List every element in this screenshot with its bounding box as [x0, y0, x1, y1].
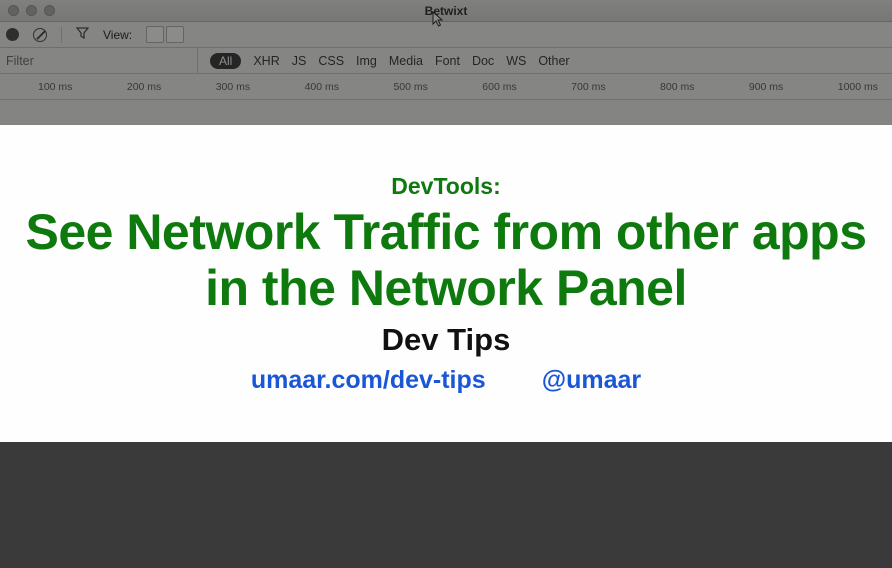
title-kicker: DevTools: [391, 173, 500, 200]
window-title: Betwixt [0, 4, 892, 18]
filter-type-js[interactable]: JS [292, 54, 307, 68]
time-mark: 200 ms [127, 81, 216, 93]
filter-type-css[interactable]: CSS [318, 54, 344, 68]
title-card: DevTools: See Network Traffic from other… [0, 125, 892, 442]
filter-toggle-icon[interactable] [76, 27, 89, 42]
title-links: umaar.com/dev-tips @umaar [251, 366, 641, 395]
traffic-lights [8, 5, 55, 16]
filter-type-other[interactable]: Other [538, 54, 569, 68]
view-mode-group [146, 26, 184, 43]
time-mark: 800 ms [660, 81, 749, 93]
close-window-button[interactable] [8, 5, 19, 16]
clear-icon[interactable] [33, 28, 47, 42]
link-site[interactable]: umaar.com/dev-tips [251, 366, 486, 395]
time-mark: 100 ms [38, 81, 127, 93]
time-mark: 300 ms [216, 81, 305, 93]
record-button[interactable] [6, 28, 19, 41]
time-mark: 500 ms [393, 81, 482, 93]
time-mark: 600 ms [482, 81, 571, 93]
view-large-button[interactable] [146, 26, 164, 43]
filter-input[interactable] [0, 48, 198, 73]
title-subtitle: Dev Tips [382, 322, 511, 358]
filter-type-doc[interactable]: Doc [472, 54, 494, 68]
filter-type-xhr[interactable]: XHR [253, 54, 279, 68]
filter-type-font[interactable]: Font [435, 54, 460, 68]
filter-type-img[interactable]: Img [356, 54, 377, 68]
time-mark: 400 ms [305, 81, 394, 93]
view-small-button[interactable] [166, 26, 184, 43]
minimize-window-button[interactable] [26, 5, 37, 16]
timeline-ruler: 100 ms 200 ms 300 ms 400 ms 500 ms 600 m… [0, 74, 892, 100]
title-main: See Network Traffic from other apps in t… [20, 204, 872, 316]
time-mark: 900 ms [749, 81, 838, 93]
time-mark: 700 ms [571, 81, 660, 93]
network-toolbar: View: [0, 22, 892, 48]
time-mark: 1000 ms [838, 81, 878, 93]
zoom-window-button[interactable] [44, 5, 55, 16]
filter-type-all[interactable]: All [210, 53, 241, 69]
window-titlebar: Betwixt [0, 0, 892, 22]
link-handle[interactable]: @umaar [542, 366, 641, 395]
view-label: View: [103, 28, 132, 42]
toolbar-separator [61, 27, 62, 43]
filter-type-media[interactable]: Media [389, 54, 423, 68]
devtools-window: Betwixt View: All XHR JS CSS Img Media F… [0, 0, 892, 125]
filter-type-ws[interactable]: WS [506, 54, 526, 68]
filter-bar: All XHR JS CSS Img Media Font Doc WS Oth… [0, 48, 892, 74]
